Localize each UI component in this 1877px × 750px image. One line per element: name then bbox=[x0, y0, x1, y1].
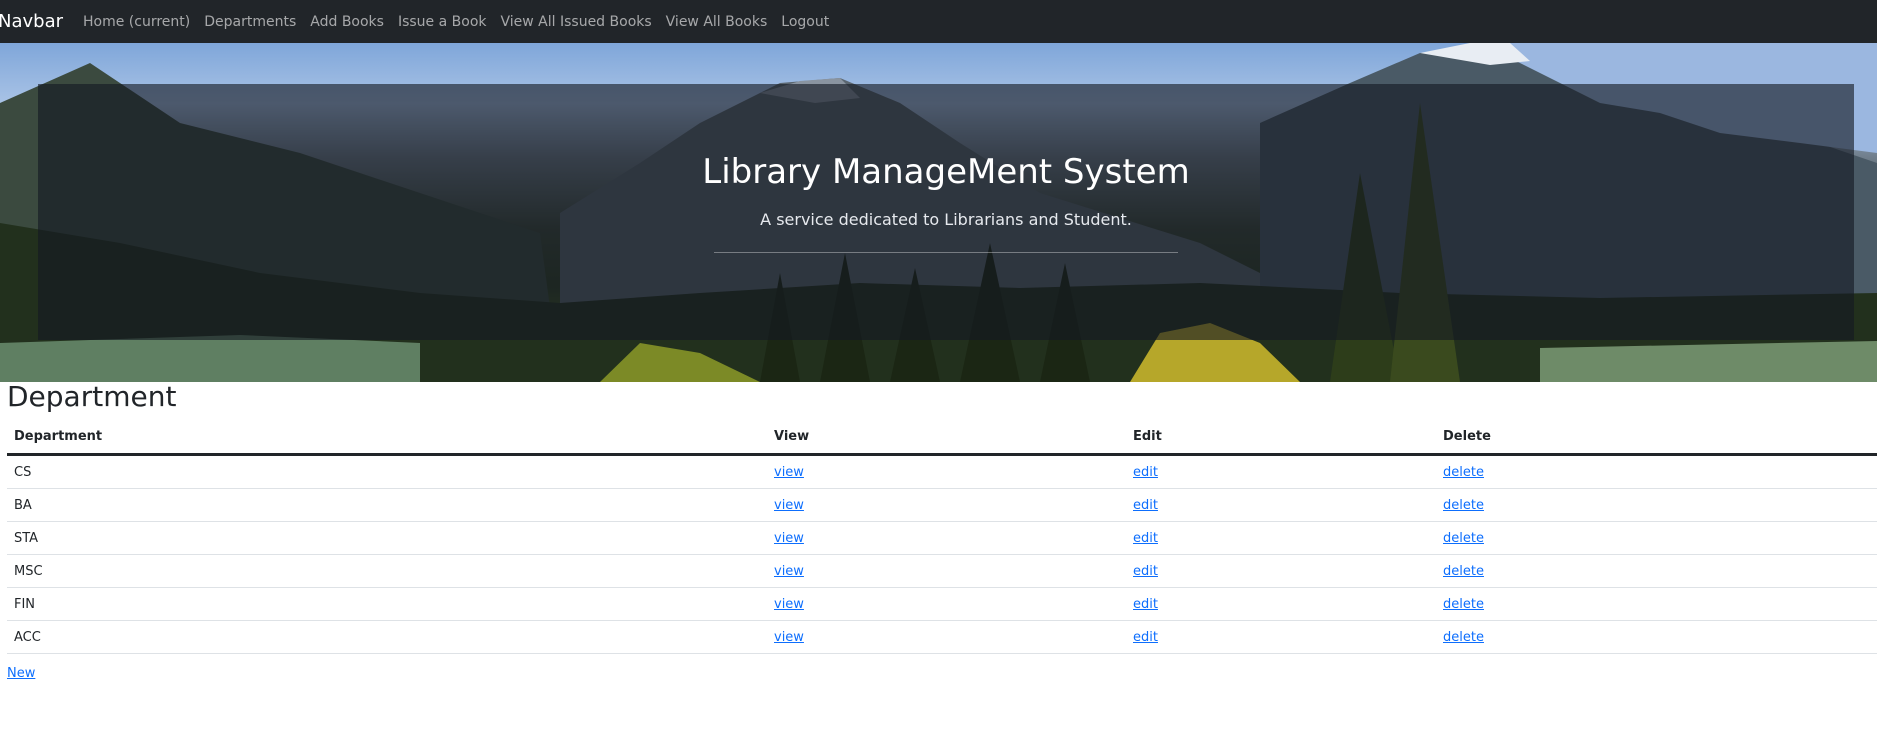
page-title: Department bbox=[7, 380, 177, 413]
navbar-brand[interactable]: Navbar bbox=[0, 11, 63, 32]
column-header-delete: Delete bbox=[1436, 420, 1877, 456]
view-link[interactable]: view bbox=[774, 498, 804, 513]
delete-link[interactable]: delete bbox=[1443, 564, 1484, 579]
table-row: CS view edit delete bbox=[7, 454, 1877, 489]
hero-banner: Library ManageMent System A service dedi… bbox=[0, 43, 1877, 382]
column-header-department: Department bbox=[7, 420, 767, 456]
nav-item-logout[interactable]: Logout bbox=[781, 14, 829, 30]
department-cell: STA bbox=[7, 521, 767, 555]
edit-link[interactable]: edit bbox=[1133, 630, 1158, 645]
department-cell: CS bbox=[7, 454, 767, 489]
column-header-view: View bbox=[767, 420, 1126, 456]
department-table: Department View Edit Delete CS view edit… bbox=[7, 420, 1877, 654]
edit-link[interactable]: edit bbox=[1133, 465, 1158, 480]
view-link[interactable]: view bbox=[774, 531, 804, 546]
delete-link[interactable]: delete bbox=[1443, 630, 1484, 645]
department-cell: MSC bbox=[7, 554, 767, 588]
nav-item-view-all-books[interactable]: View All Books bbox=[666, 14, 768, 30]
delete-link[interactable]: delete bbox=[1443, 498, 1484, 513]
table-row: BA view edit delete bbox=[7, 488, 1877, 522]
edit-link[interactable]: edit bbox=[1133, 564, 1158, 579]
edit-link[interactable]: edit bbox=[1133, 531, 1158, 546]
hero-overlay: Library ManageMent System A service dedi… bbox=[38, 84, 1854, 340]
table-row: FIN view edit delete bbox=[7, 587, 1877, 621]
view-link[interactable]: view bbox=[774, 597, 804, 612]
department-cell: FIN bbox=[7, 587, 767, 621]
hero-subtitle: A service dedicated to Librarians and St… bbox=[760, 210, 1132, 229]
nav-item-issue-book[interactable]: Issue a Book bbox=[398, 14, 487, 30]
table-row: STA view edit delete bbox=[7, 521, 1877, 555]
new-department-link[interactable]: New bbox=[7, 666, 35, 681]
view-link[interactable]: view bbox=[774, 564, 804, 579]
hero-divider bbox=[714, 252, 1178, 253]
nav-item-departments[interactable]: Departments bbox=[204, 14, 296, 30]
edit-link[interactable]: edit bbox=[1133, 597, 1158, 612]
navbar: Navbar Home (current) Departments Add Bo… bbox=[0, 0, 1877, 43]
table-row: ACC view edit delete bbox=[7, 620, 1877, 654]
delete-link[interactable]: delete bbox=[1443, 597, 1484, 612]
nav-item-add-books[interactable]: Add Books bbox=[310, 14, 384, 30]
department-cell: BA bbox=[7, 488, 767, 522]
delete-link[interactable]: delete bbox=[1443, 531, 1484, 546]
view-link[interactable]: view bbox=[774, 465, 804, 480]
table-row: MSC view edit delete bbox=[7, 554, 1877, 588]
edit-link[interactable]: edit bbox=[1133, 498, 1158, 513]
department-cell: ACC bbox=[7, 620, 767, 654]
table-header-row: Department View Edit Delete bbox=[7, 420, 1877, 456]
nav-item-home[interactable]: Home (current) bbox=[83, 14, 190, 30]
view-link[interactable]: view bbox=[774, 630, 804, 645]
delete-link[interactable]: delete bbox=[1443, 465, 1484, 480]
column-header-edit: Edit bbox=[1126, 420, 1436, 456]
nav-item-view-issued-books[interactable]: View All Issued Books bbox=[501, 14, 652, 30]
hero-title: Library ManageMent System bbox=[702, 152, 1190, 192]
